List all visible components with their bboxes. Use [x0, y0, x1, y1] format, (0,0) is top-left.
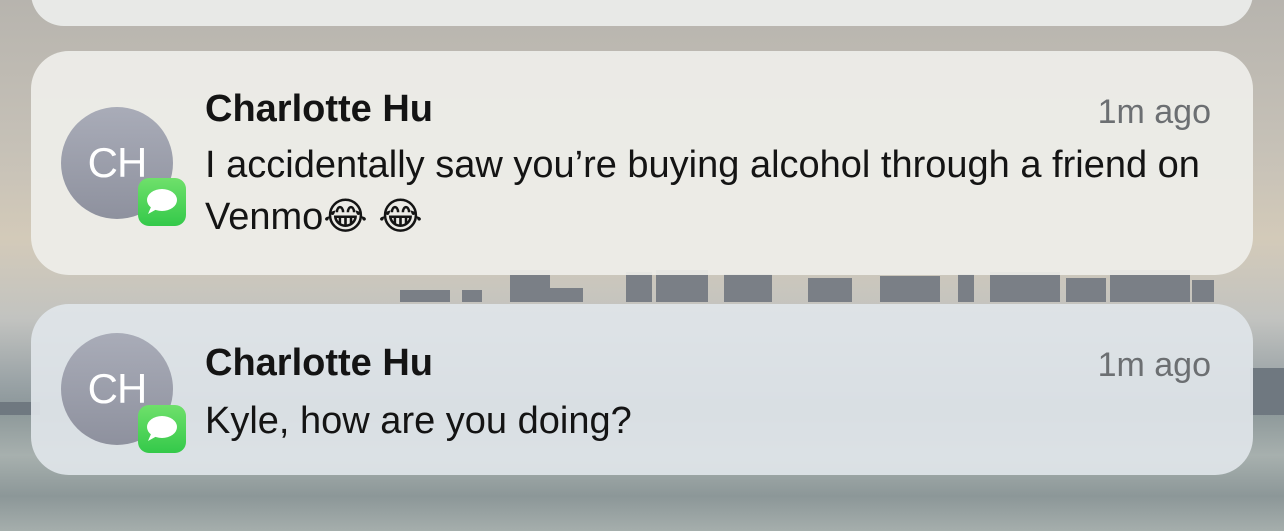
notification-time: 1m ago [1097, 93, 1211, 131]
notification-message: Kyle, how are you doing? [205, 400, 632, 442]
messages-icon [138, 178, 186, 226]
speech-bubble-icon [147, 416, 177, 441]
notification-sender: Charlotte Hu [205, 88, 433, 130]
speech-bubble-icon [147, 189, 177, 214]
avatar-initials: CH [87, 365, 148, 412]
notification-sender: Charlotte Hu [205, 342, 433, 384]
notification-card[interactable]: CH Charlotte Hu 1m ago Kyle, how are you… [31, 304, 1253, 475]
previous-notification-card[interactable] [31, 0, 1253, 26]
notification-message: I accidentally saw you’re buying alcohol… [205, 144, 1200, 238]
notification-card[interactable]: CH Charlotte Hu 1m ago I accidentally sa… [31, 51, 1253, 275]
notification-time: 1m ago [1097, 346, 1211, 384]
messages-icon [138, 405, 186, 453]
avatar-initials: CH [87, 139, 148, 186]
